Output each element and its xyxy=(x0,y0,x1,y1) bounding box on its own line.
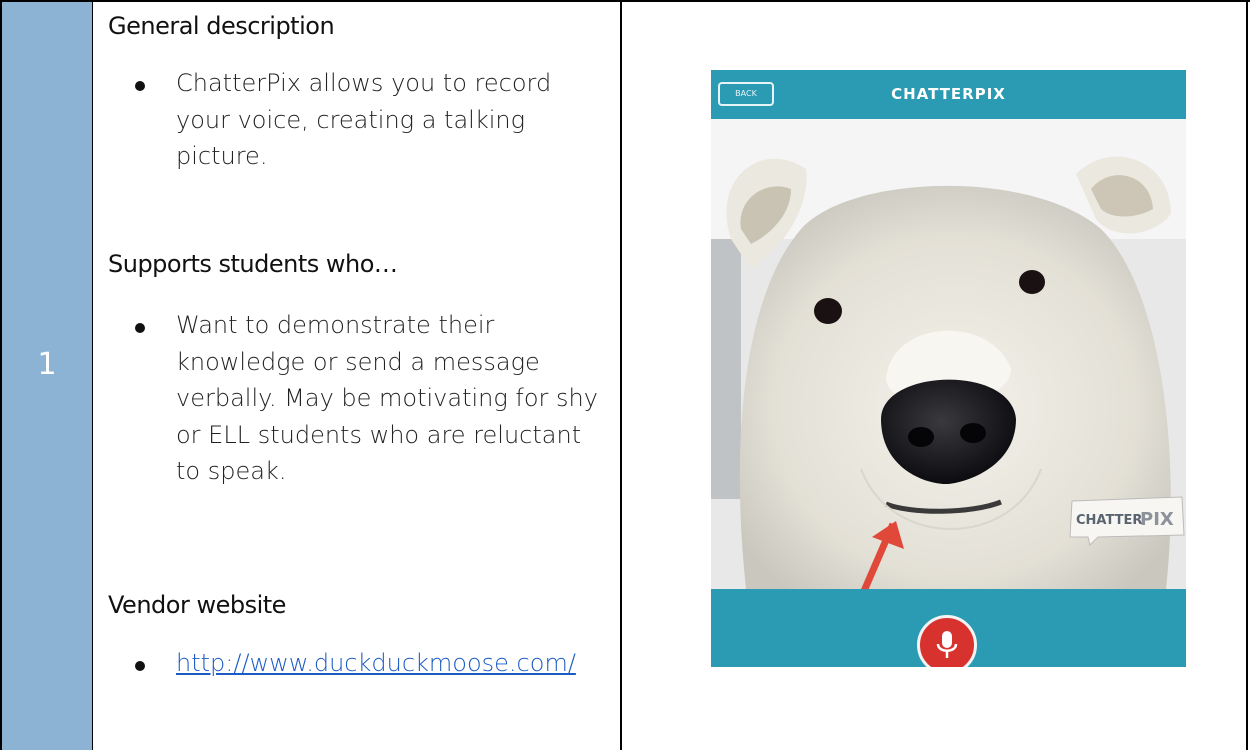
app-header: BACK CHATTERPIX xyxy=(711,70,1186,119)
description-cell: General description ChatterPix allows yo… xyxy=(93,2,620,750)
watermark-right-text: PIX xyxy=(1140,509,1174,530)
supports-students-heading: Supports students who… xyxy=(108,250,398,278)
mic-icon xyxy=(936,631,958,658)
app-title: CHATTERPIX xyxy=(891,85,1006,103)
table-border-right xyxy=(1246,0,1248,750)
vendor-link-wrapper: http://www.duckduckmoose.com/ xyxy=(176,645,606,682)
bullet-icon xyxy=(135,323,145,333)
general-description-text: ChatterPix allows you to record your voi… xyxy=(176,69,552,170)
record-button xyxy=(917,615,977,667)
bullet-icon xyxy=(135,81,145,91)
vendor-website-link[interactable]: http://www.duckduckmoose.com/ xyxy=(176,649,576,677)
supports-students-text: Want to demonstrate their knowledge or s… xyxy=(176,311,598,485)
screenshot-cell: BACK CHATTERPIX CHATTER PIX xyxy=(622,2,1246,750)
chatterpix-watermark: CHATTER PIX xyxy=(1069,496,1185,546)
watermark-left-text: CHATTER xyxy=(1076,513,1142,528)
row-number: 1 xyxy=(37,347,57,382)
tool-table: 1 General description ChatterPix allows … xyxy=(0,0,1250,750)
vendor-website-heading: Vendor website xyxy=(108,591,286,619)
general-description-heading: General description xyxy=(108,12,335,40)
app-footer xyxy=(711,589,1186,667)
bullet-icon xyxy=(135,661,145,671)
app-screenshot: BACK CHATTERPIX CHATTER PIX xyxy=(711,70,1186,667)
row-number-cell: 1 xyxy=(2,2,92,750)
